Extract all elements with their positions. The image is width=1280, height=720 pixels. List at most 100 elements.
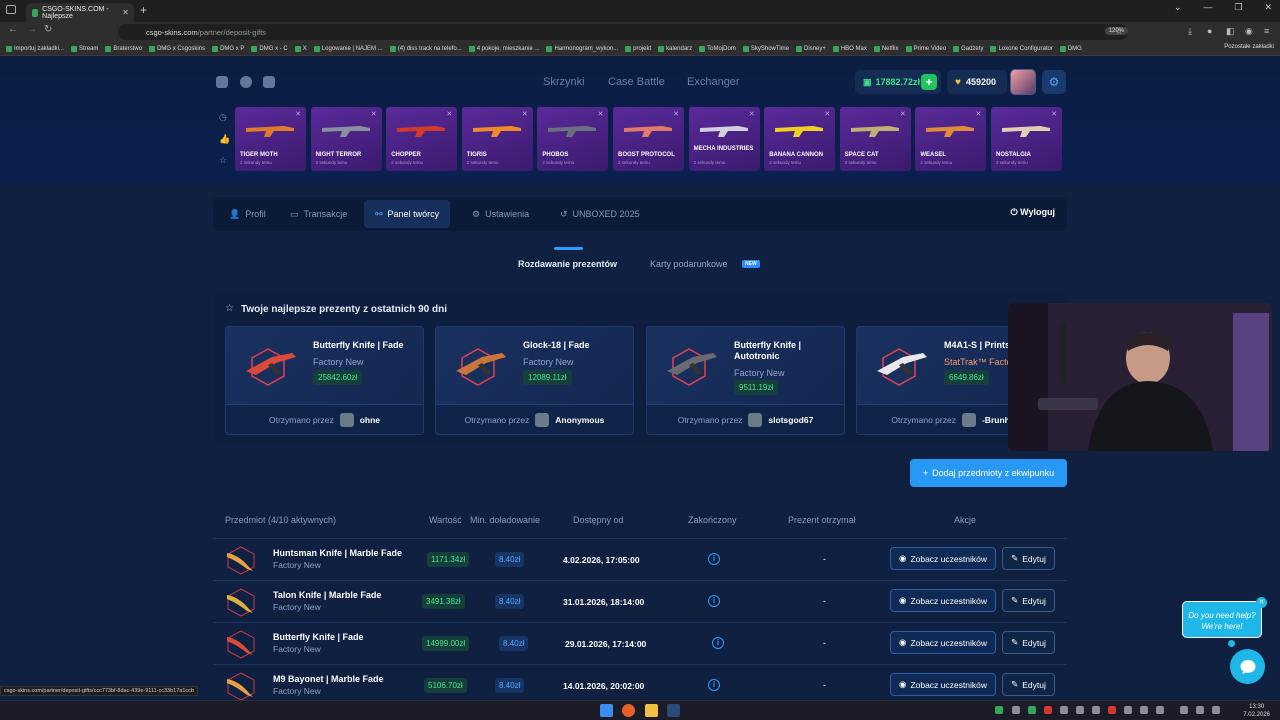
add-items-button[interactable]: + Dodaj przedmioty z ekwipunku [910,459,1067,487]
tray-icon[interactable] [1044,706,1052,714]
bookmark-item[interactable]: HBO Max [832,45,867,52]
case-close-icon[interactable]: ✕ [371,110,377,118]
chat-open-button[interactable] [1230,649,1265,684]
firefox-icon[interactable] [622,704,635,717]
close-tab-icon[interactable]: ✕ [122,8,129,17]
bookmark-item[interactable]: ToMojDom [699,45,736,52]
case-close-icon[interactable]: ✕ [976,110,982,118]
url-bar[interactable]: csgo-skins.com/partner/deposit-gifts 120… [118,24,1128,40]
case-close-icon[interactable]: ✕ [749,110,755,118]
bookmark-item[interactable]: projekt [625,45,651,52]
tab-transactions[interactable]: ▭ Transakcje [279,200,358,228]
tab-creator-panel[interactable]: ⚯ Panel twórcy [364,200,451,228]
bookmark-star-icon[interactable]: ☆ [1115,26,1123,37]
case-close-icon[interactable]: ✕ [295,110,301,118]
bookmark-item[interactable]: Prime Video [905,45,946,52]
downloads-icon[interactable]: ⤓ [1188,26,1192,37]
tray-icon[interactable] [1092,706,1100,714]
back-icon[interactable]: ← [8,24,18,35]
bookmark-item[interactable]: DMG x P [212,45,244,52]
tray-icon[interactable] [1076,706,1084,714]
history-clock-icon[interactable]: ◷ [219,112,227,123]
wifi-icon[interactable] [1180,706,1188,714]
settings-gear-icon[interactable]: ⚙ [1042,70,1066,94]
browser-tab[interactable]: CSGO-SKINS.COM - Najlepsze ✕ [26,3,134,22]
case-close-icon[interactable]: ✕ [824,110,830,118]
tray-icon[interactable] [1140,706,1148,714]
file-explorer-icon[interactable] [645,704,658,717]
bookmark-item[interactable]: (4) diss track na telefo... [389,45,462,52]
close-window-icon[interactable]: ✕ [1264,2,1272,13]
deposit-button[interactable]: + [921,74,937,90]
tray-chevron-icon[interactable] [1156,706,1164,714]
minimize-icon[interactable]: — [1203,2,1212,13]
steam-icon[interactable] [667,704,680,717]
case-card[interactable]: ✕ TIGRIS 2 sekundy temu [461,107,533,171]
case-card[interactable]: ✕ TIGER MOTH 2 sekundy temu [235,107,306,171]
tray-icon[interactable] [1028,706,1036,714]
view-participants-button[interactable]: ◉ Zobacz uczestników [890,673,996,696]
taskbar-clock[interactable]: 13:30 7.02.2026 [1243,703,1270,719]
info-icon[interactable]: i [712,637,724,649]
case-card[interactable]: ✕ PHOBOS 2 sekundy temu [537,107,609,171]
nav-cases[interactable]: Skrzynki [543,76,585,88]
start-windows-icon[interactable] [600,704,613,717]
case-card[interactable]: ✕ BOOST PROTOCOL 2 sekundy temu [613,107,684,171]
bookmark-item[interactable]: 4 pokoje, mieszkanie ... [468,45,539,52]
info-icon[interactable]: i [708,679,720,691]
bookmark-item[interactable]: DMG [1059,45,1082,52]
bookmark-item[interactable]: Netflix [873,45,899,52]
edit-button[interactable]: ✎ Edytuj [1002,673,1055,696]
nav-exchanger[interactable]: Exchanger [687,76,740,88]
other-bookmarks[interactable]: Pozostałe zakładki [1224,44,1274,50]
tab-unboxed[interactable]: ↺ UNBOXED 2025 [549,200,651,228]
tab-settings[interactable]: ⚙ Ustawienia [461,200,540,228]
bookmark-item[interactable]: X [294,45,307,52]
chevron-down-icon[interactable]: ⌄ [1174,2,1182,13]
forward-icon[interactable]: → [27,24,37,35]
case-close-icon[interactable]: ✕ [900,110,906,118]
bookmark-item[interactable]: Braterstwo [105,45,142,52]
user-avatar[interactable] [1010,69,1036,95]
reload-icon[interactable]: ↻ [44,24,52,35]
tray-whatsapp-icon[interactable] [995,706,1003,714]
case-card[interactable]: ✕ SPACE CAT 2 sekundy temu [839,107,911,171]
instagram-icon[interactable] [263,76,275,88]
tray-icon[interactable] [1012,706,1020,714]
tray-icon[interactable] [1108,706,1116,714]
bookmark-item[interactable]: Gadżety [953,45,983,52]
new-tab-icon[interactable]: + [140,3,147,17]
case-close-icon[interactable]: ✕ [1051,110,1057,118]
case-card[interactable]: ✕ NOSTALGIA 2 sekundy temu [991,107,1062,171]
case-close-icon[interactable]: ✕ [673,110,679,118]
bookmark-item[interactable]: Harmonogram_wykon... [546,45,618,52]
bookmark-item[interactable]: Loxone Configurator [990,45,1053,52]
chat-close-icon[interactable]: ✕ [1256,597,1267,608]
tray-icon[interactable] [1060,706,1068,714]
best-gift-card[interactable]: Butterfly Knife | Autotronic Factory New 9… [646,326,845,435]
extension-icon[interactable]: ● [1207,26,1212,36]
favorites-star-icon[interactable]: ☆ [219,155,227,166]
bookmark-item[interactable]: Importuj zakładki... [6,45,64,52]
case-card[interactable]: ✕ WEASEL 2 sekundy temu [915,107,987,171]
case-card[interactable]: ✕ BANANA CANNON 2 sekundy temu [764,107,836,171]
case-card[interactable]: ✕ NIGHT TERROR 2 sekundy temu [310,107,382,171]
maximize-icon[interactable]: ❐ [1234,2,1242,13]
info-icon[interactable]: i [708,553,720,565]
bookmark-item[interactable]: Logowanie | NAJEM ... [313,45,383,52]
discord-icon[interactable] [216,76,228,88]
menu-icon[interactable]: ≡ [1264,26,1269,36]
logout-button[interactable]: ⏻ Wyloguj [1011,207,1055,218]
tab-profile[interactable]: 👤 Profil [218,200,277,228]
chat-help-bubble[interactable]: Do you need help? We're here! [1182,601,1262,638]
thumbs-up-icon[interactable]: 👍 [219,134,230,145]
battery-icon[interactable] [1212,706,1220,714]
case-close-icon[interactable]: ✕ [598,110,604,118]
volume-icon[interactable] [1196,706,1204,714]
best-gift-card[interactable]: Glock-18 | Fade Factory New 12089.11zł Otrz… [435,326,634,435]
edit-button[interactable]: ✎ Edytuj [1002,589,1055,612]
bookmark-item[interactable]: DMG x - C [251,45,288,52]
tab-actions-icon[interactable] [6,5,16,14]
nav-case-battle[interactable]: Case Battle [608,76,665,88]
tray-icon[interactable] [1124,706,1132,714]
